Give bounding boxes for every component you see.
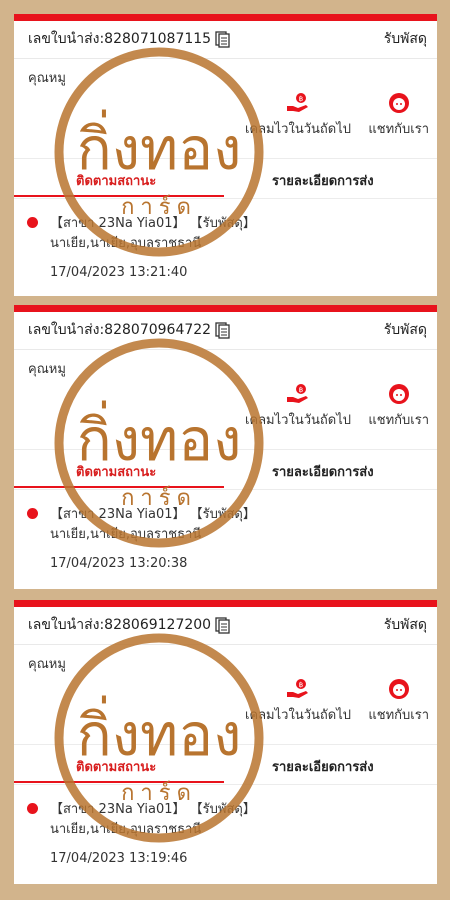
svg-text:฿: ฿ xyxy=(299,681,303,689)
reclaim-label: เคลมไวในวันถัดไป xyxy=(244,122,351,137)
divider xyxy=(14,644,437,645)
waybill-number-group: เลขใบนำส่ง:828070964722 xyxy=(28,319,230,341)
timeline-dot xyxy=(27,803,38,814)
timeline-time: 17/04/2023 13:21:40 xyxy=(50,265,188,280)
copy-icon[interactable] xyxy=(215,30,230,48)
tab-track-status[interactable]: ติดตามสถานะ xyxy=(76,756,156,777)
reclaim-button[interactable]: ฿ เคลมไวในวันถัดไป xyxy=(245,678,351,725)
card-header: เลขใบนำส่ง:828071087115 รับพัสดุ xyxy=(28,28,427,50)
status-label: รับพัสดุ xyxy=(383,31,427,47)
hand-coin-icon: ฿ xyxy=(286,93,308,112)
waybill-number-group: เลขใบนำส่ง:828069127200 xyxy=(28,614,230,636)
copy-icon[interactable] xyxy=(215,321,230,339)
reclaim-label: เคลมไวในวันถัดไป xyxy=(244,413,351,428)
divider xyxy=(14,58,437,59)
shipment-card: เลขใบนำส่ง:828069127200 รับพัสดุ คุณหมู … xyxy=(14,600,437,884)
shipment-card: เลขใบนำส่ง:828070964722 รับพัสดุ คุณหมู … xyxy=(14,305,437,589)
chat-button[interactable]: แชทกับเรา xyxy=(368,383,429,430)
timeline-branch: 【สาขา 23Na Yia01】 【รับพัสดุ】 xyxy=(50,216,256,231)
waybill-number: เลขใบนำส่ง:828069127200 xyxy=(28,617,212,633)
reclaim-button[interactable]: ฿ เคลมไวในวันถัดไป xyxy=(245,92,351,139)
tab-shipping-details[interactable]: รายละเอียดการส่ง xyxy=(272,756,374,777)
divider xyxy=(14,489,437,490)
reclaim-label: เคลมไวในวันถัดไป xyxy=(244,708,351,723)
divider xyxy=(14,198,437,199)
status-label: รับพัสดุ xyxy=(383,617,427,633)
timeline-time: 17/04/2023 13:20:38 xyxy=(50,556,188,571)
timeline-address: นาเยีย,นาเยีย,อุบลราชธานี xyxy=(50,527,202,542)
timeline-dot xyxy=(27,508,38,519)
active-tab-indicator xyxy=(14,781,224,783)
timeline-address: นาเยีย,นาเยีย,อุบลราชธานี xyxy=(50,236,202,251)
waybill-number-group: เลขใบนำส่ง:828071087115 xyxy=(28,28,230,50)
chat-label: แชทกับเรา xyxy=(368,122,429,137)
chat-button[interactable]: แชทกับเรา xyxy=(368,92,429,139)
status-label: รับพัสดุ xyxy=(383,322,427,338)
reclaim-button[interactable]: ฿ เคลมไวในวันถัดไป xyxy=(245,383,351,430)
tab-track-status[interactable]: ติดตามสถานะ xyxy=(76,170,156,191)
timeline-branch: 【สาขา 23Na Yia01】 【รับพัสดุ】 xyxy=(50,802,256,817)
agent-headset-icon xyxy=(388,384,409,404)
waybill-number: เลขใบนำส่ง:828070964722 xyxy=(28,322,212,338)
customer-name: คุณหมู xyxy=(28,362,66,377)
customer-name: คุณหมู xyxy=(28,657,66,672)
divider xyxy=(14,158,437,159)
active-tab-indicator xyxy=(14,486,224,488)
divider xyxy=(14,349,437,350)
divider xyxy=(14,744,437,745)
svg-text:฿: ฿ xyxy=(299,95,303,103)
timeline-branch: 【สาขา 23Na Yia01】 【รับพัสดุ】 xyxy=(50,507,256,522)
divider xyxy=(14,449,437,450)
waybill-number: เลขใบนำส่ง:828071087115 xyxy=(28,31,212,47)
divider xyxy=(14,784,437,785)
copy-icon[interactable] xyxy=(215,616,230,634)
customer-name: คุณหมู xyxy=(28,71,66,86)
shipment-card: เลขใบนำส่ง:828071087115 รับพัสดุ คุณหมู … xyxy=(14,14,437,296)
hand-coin-icon: ฿ xyxy=(286,384,308,403)
tab-shipping-details[interactable]: รายละเอียดการส่ง xyxy=(272,170,374,191)
tab-shipping-details[interactable]: รายละเอียดการส่ง xyxy=(272,461,374,482)
chat-label: แชทกับเรา xyxy=(368,708,429,723)
active-tab-indicator xyxy=(14,195,224,197)
agent-headset-icon xyxy=(388,93,409,113)
timeline-address: นาเยีย,นาเยีย,อุบลราชธานี xyxy=(50,822,202,837)
hand-coin-icon: ฿ xyxy=(286,679,308,698)
timeline-dot xyxy=(27,217,38,228)
card-header: เลขใบนำส่ง:828070964722 รับพัสดุ xyxy=(28,319,427,341)
chat-label: แชทกับเรา xyxy=(368,413,429,428)
svg-text:฿: ฿ xyxy=(299,386,303,394)
agent-headset-icon xyxy=(388,679,409,699)
chat-button[interactable]: แชทกับเรา xyxy=(368,678,429,725)
timeline-time: 17/04/2023 13:19:46 xyxy=(50,851,188,866)
tab-track-status[interactable]: ติดตามสถานะ xyxy=(76,461,156,482)
card-header: เลขใบนำส่ง:828069127200 รับพัสดุ xyxy=(28,614,427,636)
